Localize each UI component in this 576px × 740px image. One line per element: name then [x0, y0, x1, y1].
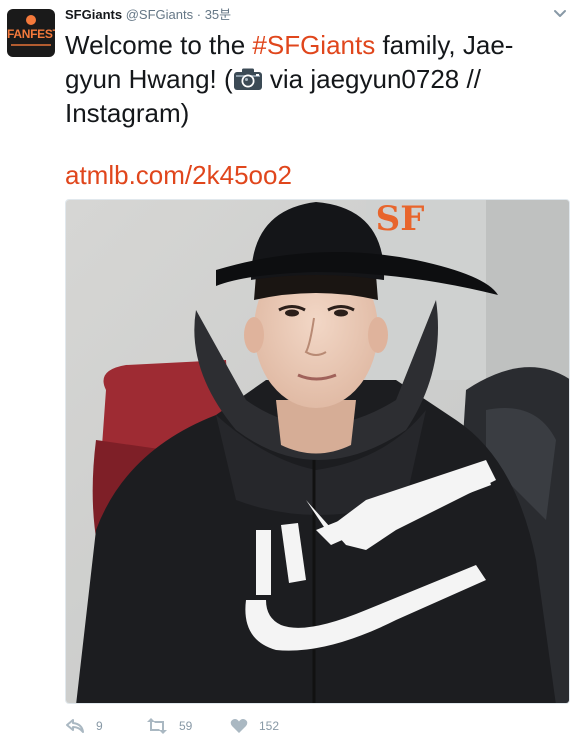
tweet-time[interactable]: 35분 — [205, 7, 231, 22]
like-count: 152 — [259, 719, 280, 733]
heart-icon — [230, 719, 248, 733]
camera-icon — [233, 68, 262, 90]
chevron-down-icon[interactable] — [552, 7, 568, 19]
retweet-count: 59 — [179, 719, 193, 733]
hashtag-link[interactable]: #SFGiants — [252, 30, 375, 60]
account-handle[interactable]: @SFGiants — [126, 7, 193, 22]
tweet-text: Welcome to the #SFGiants family, Jae-gyu… — [65, 28, 555, 130]
tweet-link[interactable]: atmlb.com/2k45oo2 — [65, 158, 292, 192]
reply-icon — [66, 719, 84, 733]
account-name[interactable]: SFGiants — [65, 7, 122, 22]
retweet-icon — [147, 718, 167, 734]
avatar-stripe — [11, 44, 51, 46]
reply-count: 9 — [96, 719, 103, 733]
tweet-header: SFGiants @SFGiants · 35분 — [65, 6, 536, 24]
svg-text:SF: SF — [376, 200, 425, 239]
tweet-photo[interactable]: SF — [65, 199, 570, 704]
photo-player-in-giants-cap-icon: SF — [66, 200, 569, 703]
retweet-button[interactable]: 59 — [146, 715, 192, 737]
like-button[interactable]: 152 — [230, 715, 279, 737]
tweet-text-part: Welcome to the — [65, 30, 253, 60]
avatar-text: FANFEST — [7, 27, 55, 41]
avatar[interactable]: FANFEST — [7, 9, 55, 57]
separator-dot: · — [196, 7, 202, 22]
reply-button[interactable]: 9 — [65, 715, 103, 737]
fanfest-logo-icon — [26, 15, 36, 25]
